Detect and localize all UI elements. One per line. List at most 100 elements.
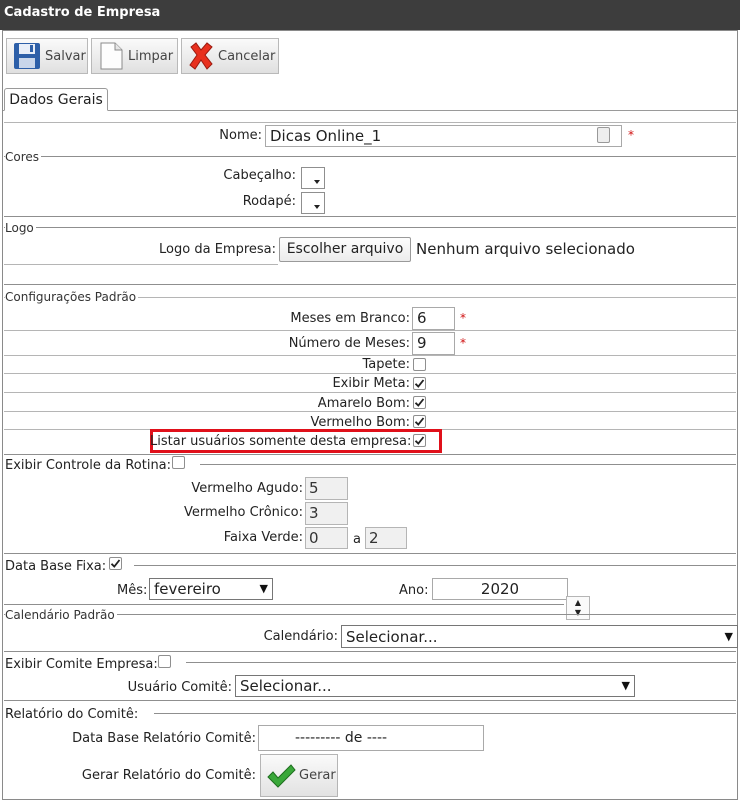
faixa-verde-separator: a [353, 532, 361, 547]
config-top-divider [4, 284, 736, 285]
cores-divider [4, 156, 736, 157]
logo-section-title: Logo [5, 221, 36, 235]
ano-label: Ano: [399, 583, 429, 598]
clear-button-label: Limpar [128, 48, 174, 64]
data-base-section-title: Data Base Fixa: [5, 559, 107, 574]
mes-label: Mês: [117, 583, 148, 598]
mes-value: fevereiro [154, 580, 221, 598]
calendario-section-title: Calendário Padrão [5, 608, 117, 622]
dropdown-arrow-icon: ▼ [724, 629, 733, 643]
rotina-top-divider [4, 454, 736, 455]
comite-section-title: Exibir Comite Empresa: [5, 657, 158, 672]
tapete-label: Tapete: [362, 357, 410, 372]
file-status-text: Nenhum arquivo selecionado [416, 240, 635, 258]
vermelho-cronico-input[interactable]: 3 [305, 502, 348, 525]
cancel-button[interactable]: Cancelar [181, 38, 279, 74]
nome-label: Nome: [219, 128, 262, 143]
gerar-relatorio-label: Gerar Relatório do Comitê: [81, 768, 256, 783]
vermelho-agudo-input[interactable]: 5 [305, 477, 348, 500]
tab-dados-gerais[interactable]: Dados Gerais [4, 88, 108, 111]
rotina-section-title: Exibir Controle da Rotina: [5, 458, 172, 473]
logo-inner-divider [4, 264, 278, 265]
row-divider [4, 330, 736, 331]
spinner-down-icon[interactable]: ▼ [567, 608, 589, 618]
checkmark-icon [414, 398, 425, 407]
calendario-value: Selecionar... [346, 627, 438, 646]
checkmark-icon [110, 559, 121, 568]
logo-top-divider [4, 216, 736, 217]
tab-bar-line [3, 110, 737, 111]
cabecalho-color-picker[interactable] [301, 167, 325, 189]
meses-branco-input[interactable]: 6 [412, 307, 455, 330]
save-button-label: Salvar [45, 48, 86, 64]
rotina-checkbox[interactable] [172, 456, 185, 469]
window-title: Cadastro de Empresa [0, 0, 740, 30]
relatorio-top-divider [4, 700, 736, 701]
nome-input[interactable]: Dicas Online_1 [265, 125, 622, 147]
tapete-checkbox[interactable] [413, 358, 426, 371]
numero-meses-label: Número de Meses: [288, 336, 410, 351]
input-autofill-icon[interactable] [597, 127, 610, 143]
dropdown-arrow-icon: ▼ [259, 582, 268, 595]
vermelho-agudo-label: Vermelho Agudo: [191, 481, 303, 496]
data-base-checkbox[interactable] [109, 557, 122, 570]
calendario-label: Calendário: [263, 629, 338, 644]
gerar-button-label: Gerar [299, 768, 336, 783]
clear-button[interactable]: Limpar [91, 38, 178, 74]
row-divider [4, 355, 736, 356]
calendario-select[interactable]: Selecionar... ▼ [341, 625, 738, 648]
cores-section-title: Cores [5, 150, 42, 164]
calendario-top-divider [4, 604, 564, 605]
rodape-label: Rodapé: [242, 194, 296, 209]
logo-divider [4, 227, 736, 228]
config-section-title: Configurações Padrão [5, 290, 139, 304]
listar-usuarios-label: Listar usuários somente desta empresa: [150, 434, 412, 449]
amarelo-bom-checkbox[interactable] [413, 396, 426, 409]
cabecalho-label: Cabeçalho: [223, 168, 296, 183]
usuario-comite-value: Selecionar... [240, 677, 332, 695]
save-button[interactable]: Salvar [6, 38, 88, 74]
spinner-up-icon[interactable]: ▲ [567, 598, 589, 608]
checkmark-icon [414, 417, 425, 426]
row-divider [4, 411, 736, 412]
cancel-button-label: Cancelar [218, 48, 276, 64]
comite-checkbox[interactable] [158, 655, 171, 668]
faixa-verde-from-input[interactable]: 0 [305, 527, 348, 549]
vermelho-bom-label: Vermelho Bom: [310, 415, 410, 430]
meses-branco-required-mark: * [460, 311, 466, 325]
relatorio-section-title: Relatório do Comitê: [5, 707, 139, 722]
choose-file-button[interactable]: Escolher arquivo [279, 237, 411, 262]
divider [4, 122, 736, 123]
checkmark-icon [414, 436, 425, 445]
ano-spinner[interactable]: ▲ ▼ [566, 596, 590, 620]
checkmark-icon [414, 379, 425, 388]
comite-top-divider [4, 651, 736, 652]
numero-meses-required-mark: * [460, 336, 466, 350]
exibir-meta-checkbox[interactable] [413, 377, 426, 390]
amarelo-bom-label: Amarelo Bom: [317, 396, 410, 411]
listar-usuarios-checkbox[interactable] [413, 434, 426, 447]
vermelho-cronico-label: Vermelho Crônico: [183, 505, 303, 520]
nome-value: Dicas Online_1 [270, 127, 382, 145]
ano-input[interactable]: 2020 [432, 578, 568, 600]
gerar-button[interactable]: Gerar [260, 754, 338, 797]
data-base-relatorio-label: Data Base Relatório Comitê: [72, 731, 256, 746]
rodape-color-picker[interactable] [301, 192, 325, 214]
nome-required-mark: * [628, 128, 634, 142]
meses-branco-label: Meses em Branco: [290, 311, 410, 326]
numero-meses-input[interactable]: 9 [412, 332, 455, 355]
blank-page-icon [100, 42, 123, 70]
databse-top-divider [4, 553, 736, 554]
exibir-meta-label: Exibir Meta: [332, 376, 410, 391]
usuario-comite-label: Usuário Comitê: [127, 680, 232, 695]
green-check-icon [267, 763, 296, 788]
vermelho-bom-checkbox[interactable] [413, 415, 426, 428]
row-divider [4, 373, 736, 374]
mes-select[interactable]: fevereiro ▼ [149, 578, 273, 600]
faixa-verde-to-input[interactable]: 2 [365, 527, 407, 549]
usuario-comite-select[interactable]: Selecionar... ▼ [235, 675, 635, 697]
data-base-relatorio-input[interactable]: --------- de ---- [258, 725, 484, 751]
red-x-icon [189, 42, 213, 70]
floppy-disk-icon [14, 43, 40, 69]
row-divider [4, 392, 736, 393]
